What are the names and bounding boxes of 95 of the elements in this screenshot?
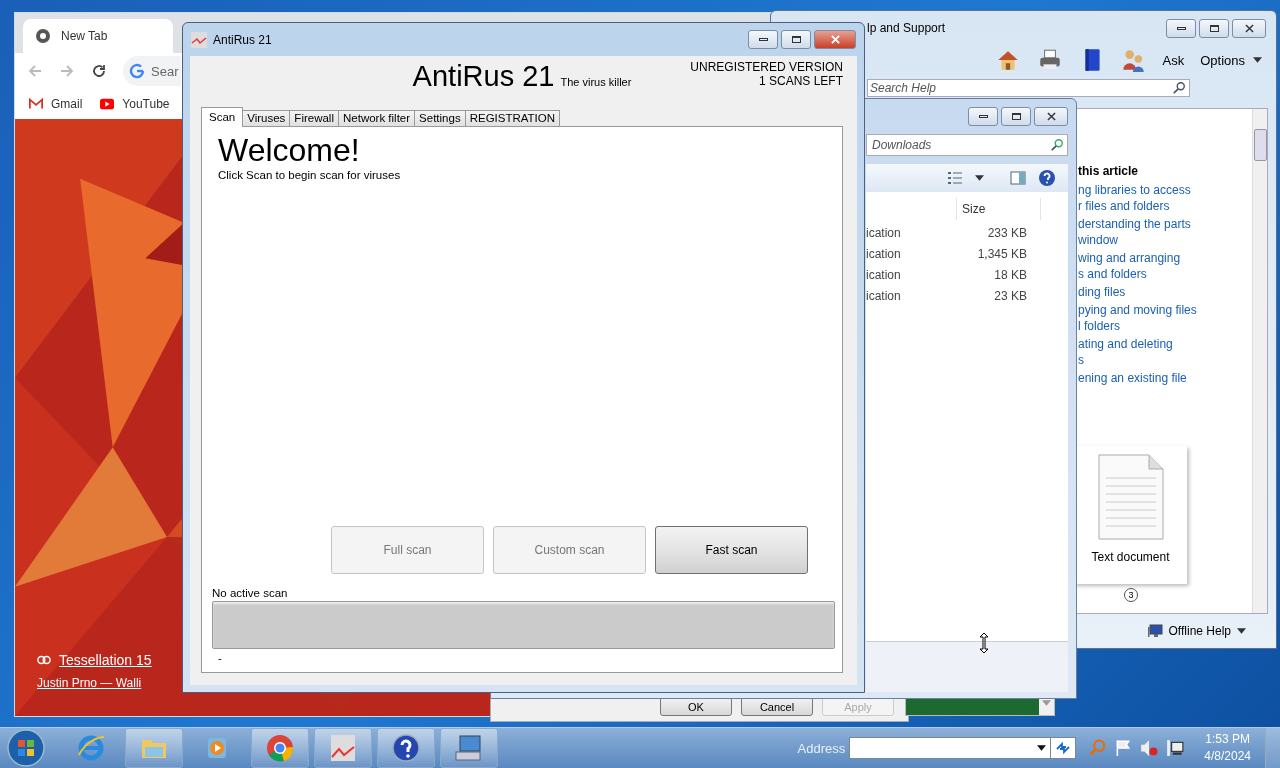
- chrome-icon: [35, 28, 51, 44]
- reload-icon[interactable]: [91, 63, 107, 79]
- google-icon: [129, 63, 145, 79]
- welcome-heading: Welcome!: [218, 131, 361, 169]
- muted-speaker-icon[interactable]: [1140, 739, 1159, 757]
- article-link[interactable]: s and folders: [1078, 266, 1181, 282]
- link-icon: [37, 653, 51, 667]
- article-link[interactable]: ng libraries to access: [1078, 182, 1191, 198]
- search-icon[interactable]: [1050, 138, 1064, 152]
- address-bar[interactable]: Sear: [123, 56, 181, 86]
- chrome-icon[interactable]: [265, 733, 295, 763]
- window-title: lp and Support: [867, 21, 946, 35]
- article-link[interactable]: wing and arranging: [1078, 250, 1181, 266]
- article-link[interactable]: derstanding the parts: [1078, 216, 1191, 232]
- table-cell-text: 18 KB: [993, 267, 1027, 282]
- article-link[interactable]: ating and deleting: [1078, 336, 1173, 352]
- chart-icon[interactable]: [328, 733, 358, 763]
- go-button[interactable]: [1051, 737, 1077, 759]
- article-link[interactable]: l folders: [1078, 318, 1197, 334]
- help-icon[interactable]: [1038, 169, 1056, 187]
- minimize-button[interactable]: [1166, 18, 1196, 38]
- caret-icon: [1253, 57, 1262, 63]
- wallpaper-link[interactable]: Tessellation 15: [37, 652, 152, 668]
- table-cell-text: ication: [866, 267, 902, 282]
- search-icon[interactable]: [1172, 81, 1186, 95]
- table-cell-text: 1,345 KB: [976, 246, 1027, 261]
- close-button[interactable]: [814, 30, 856, 49]
- arrows-icon: [1055, 740, 1072, 756]
- caret-icon[interactable]: [975, 175, 984, 181]
- tagline: The virus killer: [560, 76, 632, 88]
- close-icon: [1244, 23, 1254, 33]
- maximize-button[interactable]: [1001, 107, 1031, 126]
- license-status: UNREGISTERED VERSION: [690, 60, 843, 74]
- scrollbar[interactable]: [1252, 109, 1267, 613]
- start-button[interactable]: [6, 728, 46, 768]
- file-card[interactable]: Text document: [1074, 446, 1187, 584]
- search-field[interactable]: Search Help: [867, 79, 1190, 97]
- view-list-icon[interactable]: [947, 170, 963, 186]
- table-cell-text: ication: [866, 288, 902, 303]
- table-cell-text: 233 KB: [986, 225, 1027, 240]
- minimize-button[interactable]: [968, 107, 998, 126]
- document-icon: [1097, 454, 1164, 540]
- bookmark[interactable]: YouTube: [100, 97, 170, 111]
- offline-help-menu[interactable]: Offline Help: [1146, 623, 1246, 639]
- keyboard-icon[interactable]: [454, 733, 484, 763]
- close-button[interactable]: [1232, 18, 1266, 38]
- tab[interactable]: REGISTRATION: [464, 110, 561, 126]
- help-icon[interactable]: [391, 733, 421, 763]
- wallpaper-credit-link[interactable]: Justin Prno — Walli: [37, 676, 152, 690]
- article-link[interactable]: window: [1078, 232, 1191, 248]
- license-status: 1 SCANS LEFT: [758, 74, 843, 88]
- tab[interactable]: Scan: [201, 107, 244, 127]
- tab[interactable]: Firewall: [289, 110, 339, 126]
- article-link[interactable]: ding files: [1078, 284, 1126, 300]
- article-link[interactable]: s: [1078, 352, 1173, 368]
- close-icon: [830, 35, 840, 44]
- table-cell-text: ication: [866, 246, 902, 261]
- browser-tab[interactable]: New Tab: [23, 19, 173, 53]
- status-detail: -: [218, 652, 223, 664]
- app-icon: [191, 31, 207, 48]
- close-icon: [1046, 112, 1056, 121]
- instructions: Click Scan to begin scan for viruses: [218, 169, 402, 181]
- article-heading: this article: [1078, 164, 1139, 178]
- article-link[interactable]: ening an existing file: [1078, 370, 1187, 386]
- tab[interactable]: Viruses: [242, 110, 291, 126]
- tab[interactable]: Network filter: [338, 110, 416, 126]
- window-title: AntiRus 21: [213, 32, 272, 47]
- ask-button[interactable]: Ask: [1162, 52, 1185, 68]
- caret-icon: [1237, 628, 1246, 634]
- app-name: AntiRus 21: [412, 60, 555, 93]
- mail-icon: [29, 97, 43, 111]
- monitor-icon: [1146, 623, 1163, 639]
- address-label: Address: [797, 740, 846, 756]
- tab[interactable]: Settings: [414, 110, 466, 126]
- column-header[interactable]: Size: [957, 198, 1041, 220]
- maximize-button[interactable]: [781, 30, 811, 49]
- caret-icon: [1037, 745, 1047, 751]
- table-cell-text: ication: [866, 225, 902, 240]
- scan-status: No active scan: [212, 587, 289, 599]
- people-icon[interactable]: [1120, 47, 1147, 73]
- options-menu[interactable]: Options: [1200, 52, 1262, 68]
- network-icon[interactable]: [1166, 739, 1185, 757]
- table-cell-text: 23 KB: [993, 288, 1027, 303]
- bookmark[interactable]: Gmail: [29, 97, 83, 111]
- minimize-button[interactable]: [748, 30, 778, 49]
- flag-icon[interactable]: [1114, 739, 1133, 757]
- play-icon: [100, 97, 115, 111]
- article-link[interactable]: pying and moving files: [1078, 302, 1197, 318]
- search-field[interactable]: Downloads: [866, 134, 1068, 156]
- maximize-button[interactable]: [1199, 18, 1229, 38]
- preview-pane-icon[interactable]: [1010, 170, 1026, 186]
- close-button[interactable]: [1034, 107, 1068, 126]
- scan-button[interactable]: Fast scan: [655, 526, 808, 574]
- address-field[interactable]: [849, 737, 1052, 759]
- article-link[interactable]: r files and folders: [1078, 198, 1191, 214]
